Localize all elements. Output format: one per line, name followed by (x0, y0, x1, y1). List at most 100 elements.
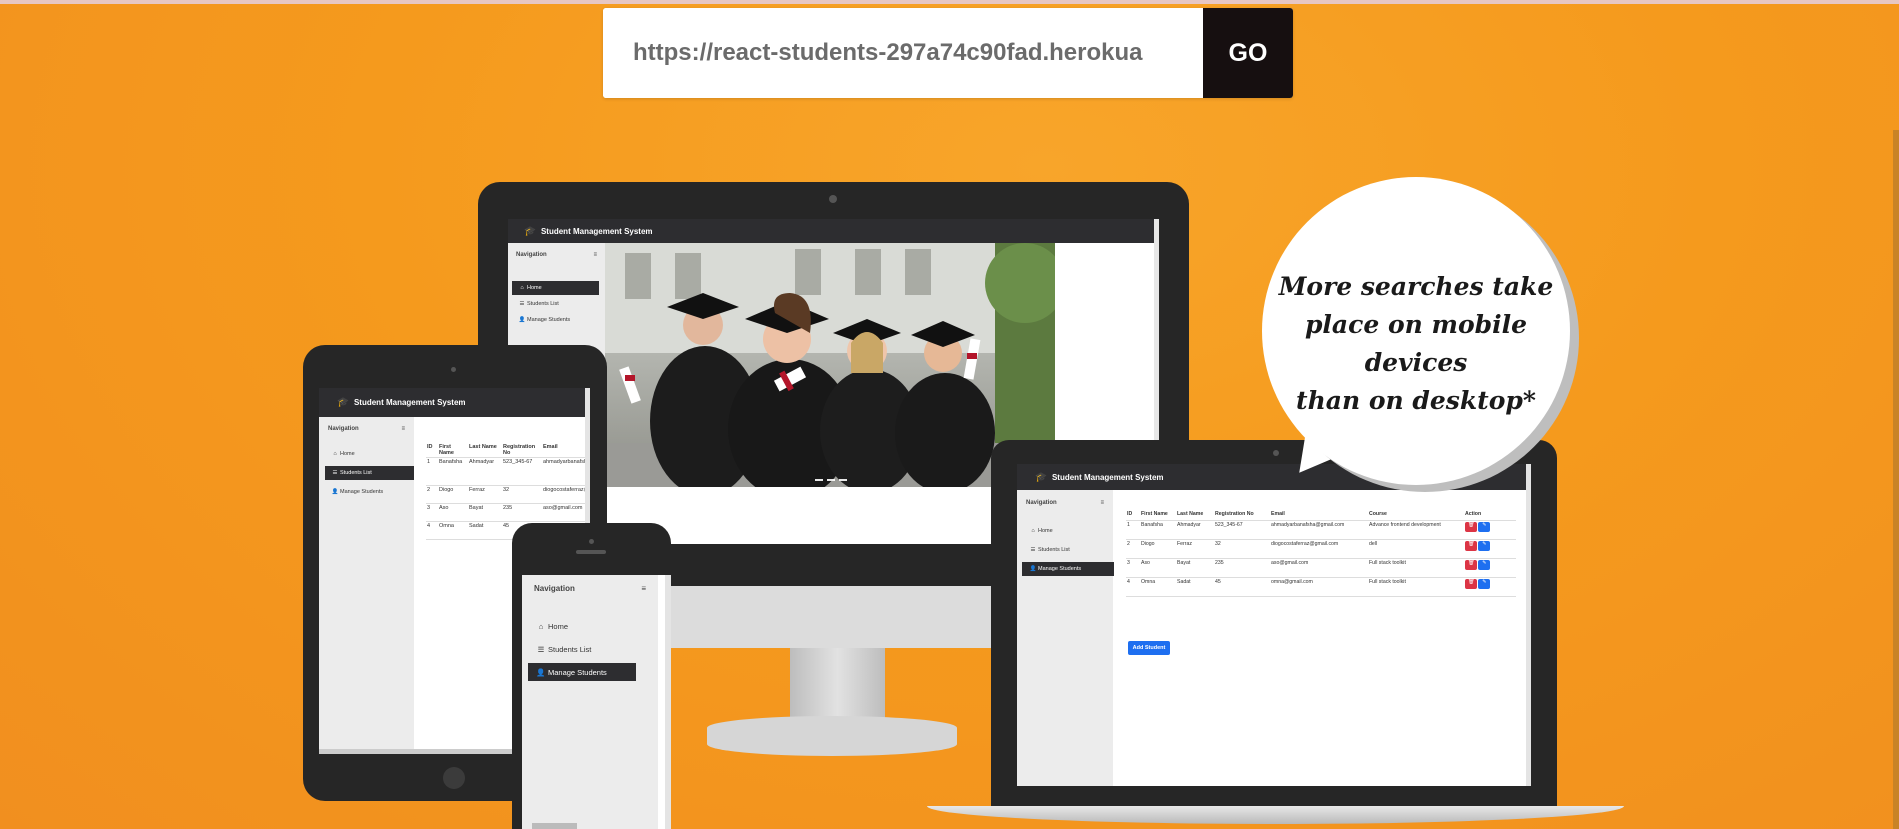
edit-icon[interactable]: ✎ (1478, 521, 1491, 532)
table-header-row: ID First Name Last Name Registration No … (426, 443, 590, 458)
cell: Diogo (438, 485, 468, 504)
nav-heading: Navigation ≡ (319, 417, 414, 441)
delete-icon[interactable]: 🗑 (1465, 559, 1477, 570)
hamburger-icon[interactable]: ≡ (593, 252, 597, 258)
laptop-sidebar: Navigation ≡ ⌂ Home ☰ Students List 👤 Manage… (1017, 490, 1114, 786)
nav-item-home[interactable]: ⌂ Home (325, 447, 414, 461)
user-icon: 👤 (1029, 566, 1037, 572)
nav-item-manage-students[interactable]: 👤 Manage Students (1022, 562, 1114, 576)
hamburger-icon[interactable]: ≡ (401, 426, 405, 432)
cell: 1 (1126, 520, 1140, 540)
delete-icon[interactable]: 🗑 (1465, 540, 1477, 551)
nav-item-students-list[interactable]: ☰ Students List (1022, 543, 1114, 557)
phone-hscrollbar[interactable] (532, 823, 577, 829)
cell: dell (1368, 539, 1464, 559)
table-header-row: ID First Name Last Name Registration No … (1126, 510, 1516, 521)
nav-item-students-list[interactable]: ☰ Students List (325, 466, 414, 480)
nav-item-students-list[interactable]: ☰ Students List (528, 640, 636, 658)
action-cell: 🗑 ✎ (1464, 558, 1516, 578)
cell: omna@gmail.com (1270, 577, 1368, 597)
app-title: Student Management System (540, 226, 653, 236)
col-header: Last Name (468, 443, 502, 458)
cell: 3 (1126, 558, 1140, 578)
tablet-home-button[interactable] (443, 767, 465, 789)
table-row: 1 Banafsha Ahmadyar 523_345-67 ahmadyarbanaf… (1126, 520, 1516, 540)
cell: Ferraz (468, 485, 502, 504)
edit-icon[interactable]: ✎ (1478, 559, 1491, 570)
cell: ahmadyarbanafsha@gmail.com (542, 457, 590, 486)
cell: ahmadyarbanafsha@gmail.com (1270, 520, 1368, 540)
bubble-line: More searches take (1278, 272, 1554, 301)
cell: 235 (1214, 558, 1270, 578)
cell: Banafsha (1140, 520, 1176, 540)
nav-item-label: Manage Students (340, 489, 384, 495)
col-header: Email (1270, 510, 1368, 521)
phone-scrollbar[interactable] (665, 575, 671, 829)
col-header: ID (1126, 510, 1140, 521)
cell: 1 (426, 457, 438, 486)
delete-icon[interactable]: 🗑 (1465, 578, 1477, 589)
cell: 45 (1214, 577, 1270, 597)
nav-item-label: Home (548, 621, 569, 631)
cell: Omna (1140, 577, 1176, 597)
cell: Aso (1140, 558, 1176, 578)
add-student-button[interactable]: Add Student (1128, 641, 1170, 655)
nav-item-students-list[interactable]: ☰ Students List (512, 297, 599, 311)
cell: 32 (1214, 539, 1270, 559)
cell: 32 (502, 485, 542, 504)
phone: Navigation ≡ ⌂ Home ☰ Students List 👤 Manage… (512, 523, 671, 829)
nav-item-home[interactable]: ⌂ Home (528, 617, 636, 635)
list-icon: ☰ (1030, 547, 1036, 553)
nav-item-home[interactable]: ⌂ Home (1022, 524, 1114, 538)
col-header: Registration No (1214, 510, 1270, 521)
nav-item-label: Home (1038, 528, 1053, 534)
home-icon: ⌂ (1031, 528, 1035, 534)
top-border (0, 0, 1899, 4)
edit-icon[interactable]: ✎ (1478, 540, 1491, 551)
cell: aso@gmail.com (1270, 558, 1368, 578)
action-cell: 🗑 ✎ (1464, 539, 1516, 559)
nav-item-home[interactable]: ⌂ Home (512, 281, 599, 295)
cell: Aso (438, 503, 468, 522)
list-icon: ☰ (332, 470, 338, 476)
nav-heading-label: Navigation (328, 426, 359, 432)
nav-item-label: Students List (340, 470, 372, 476)
cell: 4 (1126, 577, 1140, 597)
nav-item-manage-students[interactable]: 👤 Manage Students (325, 485, 414, 499)
monitor-app-header: 🎓 Student Management System (508, 219, 1159, 243)
nav-item-manage-students[interactable]: 👤 Manage Students (512, 313, 599, 327)
nav-item-label: Students List (1038, 547, 1070, 553)
graduates-illustration (605, 243, 1055, 487)
table-row: 3 Aso Bayat 235 aso@gmail.com (426, 503, 590, 522)
cell: 523_345-67 (1214, 520, 1270, 540)
cell: 235 (502, 503, 542, 522)
cell: Diogo (1140, 539, 1176, 559)
go-button[interactable]: GO (1203, 8, 1293, 98)
action-cell: 🗑 ✎ (1464, 577, 1516, 597)
app-title: Student Management System (353, 398, 466, 407)
user-icon: 👤 (331, 489, 339, 495)
list-icon: ☰ (519, 301, 525, 307)
delete-icon[interactable]: 🗑 (1465, 521, 1477, 532)
monitor-neck (790, 648, 885, 720)
home-icon: ⌂ (538, 621, 544, 631)
hamburger-icon[interactable]: ≡ (641, 584, 646, 593)
col-header: First Name (438, 443, 468, 458)
table-row: 2 Diogo Ferraz 32 diogocostaferraz@gmail.com… (1126, 539, 1516, 559)
nav-item-label: Students List (527, 301, 559, 307)
url-input[interactable] (603, 8, 1203, 98)
edit-icon[interactable]: ✎ (1478, 578, 1491, 589)
user-icon: 👤 (536, 667, 546, 677)
table-row: 1 Banafsha Ahmadyar 523_345-67 ahmadyarbanaf… (426, 457, 590, 486)
cell: Full stack toolkit (1368, 558, 1464, 578)
hamburger-icon[interactable]: ≡ (1100, 500, 1104, 506)
nav-heading: Navigation ≡ (1017, 490, 1113, 516)
nav-item-manage-students[interactable]: 👤 Manage Students (528, 663, 636, 681)
nav-item-label: Manage Students (1038, 566, 1082, 572)
list-icon: ☰ (537, 644, 545, 654)
window-scrollbar[interactable] (1893, 130, 1899, 829)
url-search-bar: GO (603, 8, 1293, 98)
laptop-scrollbar[interactable] (1526, 464, 1531, 786)
phone-camera (589, 539, 594, 544)
cell: 2 (1126, 539, 1140, 559)
